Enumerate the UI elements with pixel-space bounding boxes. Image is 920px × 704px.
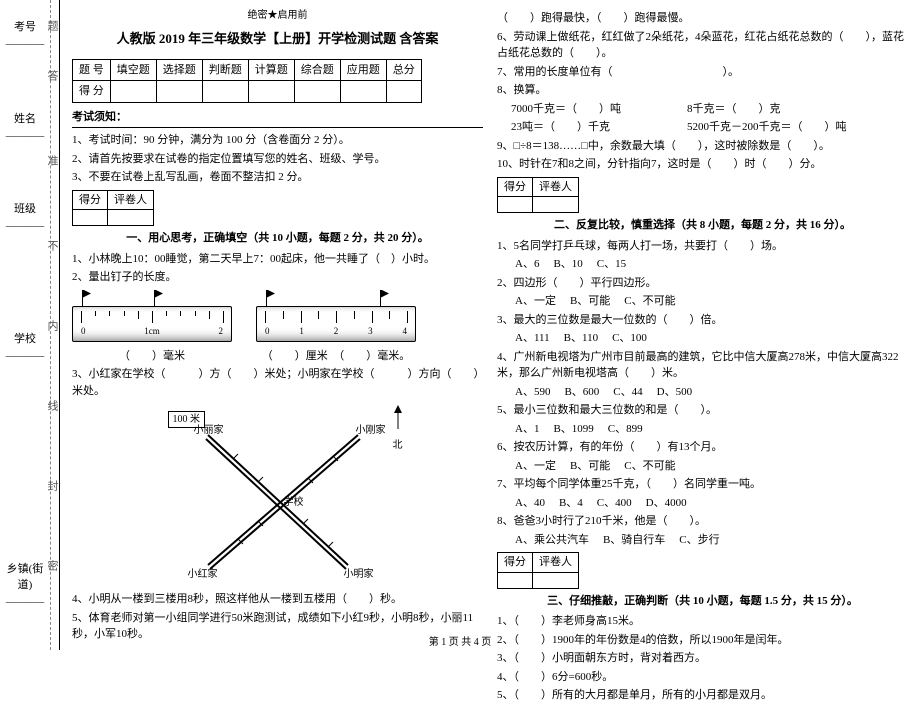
question: 8、换算。 <box>497 82 908 99</box>
binding-label: 考号_______ <box>0 18 50 46</box>
binding-label: 乡镇(街道)_______ <box>0 560 50 604</box>
question: 8、爸爸3小时行了210千米，他是（ ）。 <box>497 513 908 530</box>
question: 7、平均每个同学体重25千克，（ ）名同学重一吨。 <box>497 476 908 493</box>
options: A、111B、110C、100 <box>497 330 908 347</box>
flag-icon <box>150 290 160 308</box>
cut-char: 不 <box>44 240 56 257</box>
flag-icon <box>78 290 88 308</box>
binding-column: 考号_______ 姓名_______ 班级_______ 学校_______ … <box>0 0 60 650</box>
options: A、590B、600C、44D、500 <box>497 384 908 401</box>
marker-box: 得分评卷人 <box>497 552 579 589</box>
options: A、1B、1099C、899 <box>497 421 908 438</box>
question: 10、时针在7和8之间，分针指向7，这时是（ ）时（ ）分。 <box>497 156 908 173</box>
cut-char: 密 <box>44 560 56 577</box>
left-column: 绝密★启用前 人教版 2019 年三年级数学【上册】开学检测试题 含答案 题 号… <box>72 8 483 642</box>
secret-label: 绝密★启用前 <box>72 8 483 23</box>
table-row: 题 号 填空题 选择题 判断题 计算题 综合题 应用题 总分 <box>73 59 422 81</box>
section3-title: 三、仔细推敲，正确判断（共 10 小题，每题 1.5 分，共 15 分）。 <box>497 593 908 610</box>
ruler-body: 0 1cm 2 <box>72 306 232 342</box>
question: 4、小明从一楼到三楼用8秒，照这样他从一楼到五楼用（ ）秒。 <box>72 591 483 608</box>
ruler-row: 0 1cm 2 <box>72 292 483 342</box>
house-label: 小丽家 <box>194 423 224 438</box>
cut-char: 准 <box>44 155 56 172</box>
question: 1、小林晚上10：00睡觉，第二天早上7：00起床，他一共睡了（ ）小时。 <box>72 251 483 268</box>
question: 4、广州新电视塔为广州市目前最高的建筑，它比中信大厦高278米，中信大厦高322… <box>497 349 908 382</box>
table-row: 得 分 <box>73 81 422 103</box>
content-area: 绝密★启用前 人教版 2019 年三年级数学【上册】开学检测试题 含答案 题 号… <box>60 0 920 650</box>
right-column: （ ）跑得最快，（ ）跑得最慢。 6、劳动课上做纸花，红红做了2朵纸花，4朵蓝花… <box>497 8 908 642</box>
binding-label: 班级_______ <box>0 200 50 228</box>
ruler-captions: （ ）毫米 （ ）厘米 （ ）毫米。 <box>72 348 483 365</box>
cut-char: 题 <box>44 20 56 37</box>
notice-line: 1、考试时间：90 分钟，满分为 100 分（含卷面分 2 分）。 <box>72 132 483 149</box>
exam-title: 人教版 2019 年三年级数学【上册】开学检测试题 含答案 <box>72 29 483 49</box>
question: 3、最大的三位数是最大一位数的（ ）倍。 <box>497 312 908 329</box>
question: 4、（ ）6分=600秒。 <box>497 669 908 686</box>
score-table: 题 号 填空题 选择题 判断题 计算题 综合题 应用题 总分 得 分 <box>72 59 422 103</box>
cut-char: 线 <box>44 400 56 417</box>
flag-icon <box>376 290 386 308</box>
question-sub: 23吨＝（ ）千克 5200千克－200千克＝（ ）吨 <box>497 119 908 136</box>
divider <box>72 127 483 128</box>
binding-label: 姓名_______ <box>0 110 50 138</box>
center-label: 学校 <box>284 495 304 510</box>
house-label: 小明家 <box>344 567 374 582</box>
question: 2、四边形（ ）平行四边形。 <box>497 275 908 292</box>
cut-char: 内 <box>44 320 56 337</box>
cut-char: 答 <box>44 70 56 87</box>
house-label: 小刚家 <box>356 423 386 438</box>
question: 3、（ ）小明面朝东方时，背对着西方。 <box>497 650 908 667</box>
question-cont: （ ）跑得最快，（ ）跑得最慢。 <box>497 10 908 27</box>
binding-label: 学校_______ <box>0 330 50 358</box>
question: 3、小红家在学校（ ）方（ ）米处；小明家在学校（ ）方向（ ）米处。 <box>72 366 483 399</box>
question: 6、按农历计算，有的年份（ ）有13个月。 <box>497 439 908 456</box>
compass-north: 北 <box>388 405 408 453</box>
section1-title: 一、用心思考，正确填空（共 10 小题，每题 2 分，共 20 分）。 <box>72 230 483 247</box>
options: A、一定B、可能C、不可能 <box>497 458 908 475</box>
options: A、乘公共汽车B、骑自行车C、步行 <box>497 532 908 549</box>
question-sub: 7000千克＝（ ）吨 8千克＝（ ）克 <box>497 101 908 118</box>
flag-icon <box>262 290 272 308</box>
question: 5、（ ）所有的大月都是单月，所有的小月都是双月。 <box>497 687 908 704</box>
marker-box: 得分评卷人 <box>497 177 579 214</box>
cut-char: 封 <box>44 480 56 497</box>
ruler-2: 0 1 2 3 4 <box>256 292 416 342</box>
notice-heading: 考试须知： <box>72 109 483 126</box>
question: 1、5名同学打乒乓球，每两人打一场，共要打（ ）场。 <box>497 238 908 255</box>
ruler-1: 0 1cm 2 <box>72 292 232 342</box>
page-footer: 第 1 页 共 4 页 <box>0 633 920 648</box>
exam-page: 考号_______ 姓名_______ 班级_______ 学校_______ … <box>0 0 920 650</box>
options: A、6B、10C、15 <box>497 256 908 273</box>
options: A、一定B、可能C、不可能 <box>497 293 908 310</box>
question: 2、量出钉子的长度。 <box>72 269 483 286</box>
question: 9、□÷8＝138……□中，余数最大填（ ），这时被除数是（ ）。 <box>497 138 908 155</box>
notice-line: 2、请首先按要求在试卷的指定位置填写您的姓名、班级、学号。 <box>72 151 483 168</box>
section2-title: 二、反复比较，慎重选择（共 8 小题，每题 2 分，共 16 分）。 <box>497 217 908 234</box>
question: 1、（ ）李老师身高15米。 <box>497 613 908 630</box>
question: 5、最小三位数和最大三位数的和是（ ）。 <box>497 402 908 419</box>
direction-diagram: 北 100 米 小丽家 小刚家 小红家 <box>148 405 408 585</box>
question: 7、常用的长度单位有（ ）。 <box>497 64 908 81</box>
marker-box: 得分评卷人 <box>72 190 154 227</box>
notice-line: 3、不要在试卷上乱写乱画，卷面不整洁扣 2 分。 <box>72 169 483 186</box>
ruler-body: 0 1 2 3 4 <box>256 306 416 342</box>
question: 6、劳动课上做纸花，红红做了2朵纸花，4朵蓝花，红花占纸花总数的（ ），蓝花占纸… <box>497 29 908 62</box>
options: A、40B、4C、400D、4000 <box>497 495 908 512</box>
house-label: 小红家 <box>188 567 218 582</box>
